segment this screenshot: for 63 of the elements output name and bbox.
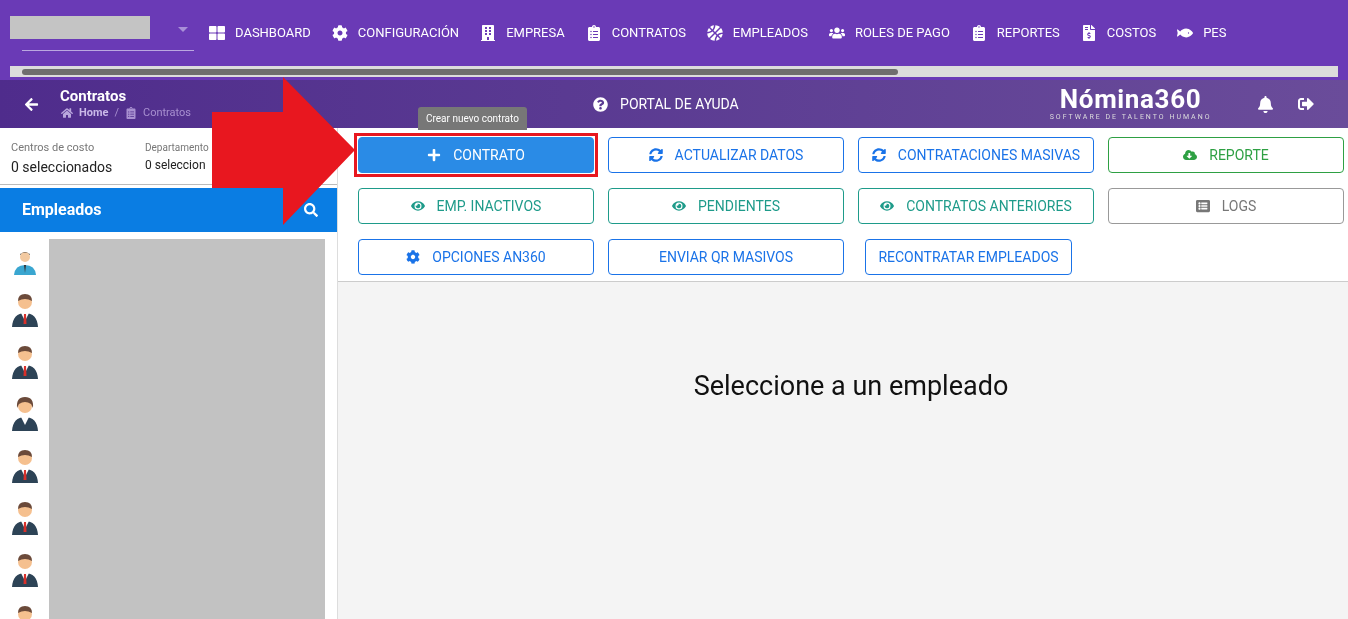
users-icon — [828, 25, 845, 41]
caret-icon — [178, 26, 188, 32]
eye-icon — [671, 199, 686, 213]
help-icon — [593, 96, 609, 112]
eye-icon — [410, 199, 425, 213]
empty-state-message: Seleccione a un empleado — [693, 369, 1009, 402]
clipboard-icon — [125, 107, 137, 119]
page-title: Contratos — [60, 86, 128, 105]
filter-value: 0 seleccionados — [11, 157, 114, 177]
nav-link[interactable]: CONFIGURACIÓN — [324, 23, 467, 43]
breadcrumb-separator: / — [114, 104, 119, 121]
invoice-icon — [1080, 25, 1097, 41]
notifications-icon[interactable] — [1257, 95, 1275, 113]
action-button[interactable]: LOGS — [1108, 188, 1344, 224]
brand-logo-text: Nómina360 — [1059, 85, 1202, 112]
tooltip: Crear nuevo contrato — [418, 107, 527, 130]
employees-title: Empleados — [22, 199, 102, 221]
action-button[interactable]: ACTUALIZAR DATOS — [608, 137, 844, 173]
clipboard-icon — [585, 25, 602, 41]
man-avatar-icon — [10, 447, 39, 483]
filter-select[interactable]: Centros de costo 0 seleccionados — [11, 140, 129, 184]
nav-link[interactable]: ROLES DE PAGO — [821, 23, 957, 43]
action-button[interactable]: CONTRATO — [358, 137, 594, 173]
nav-link[interactable]: COSTOS — [1073, 23, 1164, 43]
action-button[interactable]: CONTRATOS ANTERIORES — [858, 188, 1094, 224]
action-button[interactable]: OPCIONES AN360 — [358, 239, 594, 275]
nav-link[interactable]: CONTRATOS — [578, 23, 693, 43]
logout-icon[interactable] — [1298, 96, 1315, 112]
gear-icon — [331, 25, 348, 41]
action-button[interactable]: CONTRATACIONES MASIVAS — [858, 137, 1094, 173]
search-icon[interactable] — [304, 203, 318, 217]
home-icon — [61, 107, 73, 119]
refresh-icon — [871, 148, 886, 162]
breadcrumb-current: Contratos — [143, 104, 192, 121]
cloud-download-icon — [1183, 148, 1198, 162]
man-avatar-icon — [10, 343, 39, 379]
filter-select[interactable]: Departamento 0 seleccion — [145, 140, 211, 184]
plus-icon — [427, 148, 442, 162]
man-avatar-icon — [10, 551, 39, 587]
man-avatar-icon — [10, 291, 39, 327]
filter-label: Departamento — [145, 141, 210, 155]
nav-link[interactable]: PES — [1170, 23, 1234, 43]
nav-link[interactable]: REPORTES — [963, 23, 1067, 43]
help-portal-link[interactable]: PORTAL DE AYUDA — [593, 93, 739, 115]
list-icon — [1195, 199, 1210, 213]
building-icon — [480, 25, 497, 41]
woman-avatar-icon — [10, 395, 39, 431]
back-arrow-icon[interactable] — [24, 96, 39, 112]
action-button[interactable]: RECONTRATAR EMPLEADOS — [865, 239, 1072, 275]
user-avatar-icon — [11, 249, 38, 275]
grid-icon — [209, 25, 225, 41]
nav-link[interactable]: EMPLEADOS — [699, 23, 815, 43]
action-button[interactable]: ENVIAR QR MASIVOS — [608, 239, 844, 275]
filter-value: 0 seleccion — [145, 157, 207, 174]
man-avatar-icon — [10, 499, 39, 535]
breadcrumb-link[interactable]: Home — [79, 104, 109, 122]
nav-link[interactable]: EMPRESA — [473, 23, 572, 43]
clipboard-icon — [970, 25, 987, 41]
nav-link[interactable]: DASHBOARD — [202, 23, 318, 43]
filter-label: Centros de costo — [11, 140, 96, 156]
gear-icon — [406, 250, 421, 264]
eye-icon — [880, 199, 895, 213]
refresh-icon — [648, 148, 663, 162]
